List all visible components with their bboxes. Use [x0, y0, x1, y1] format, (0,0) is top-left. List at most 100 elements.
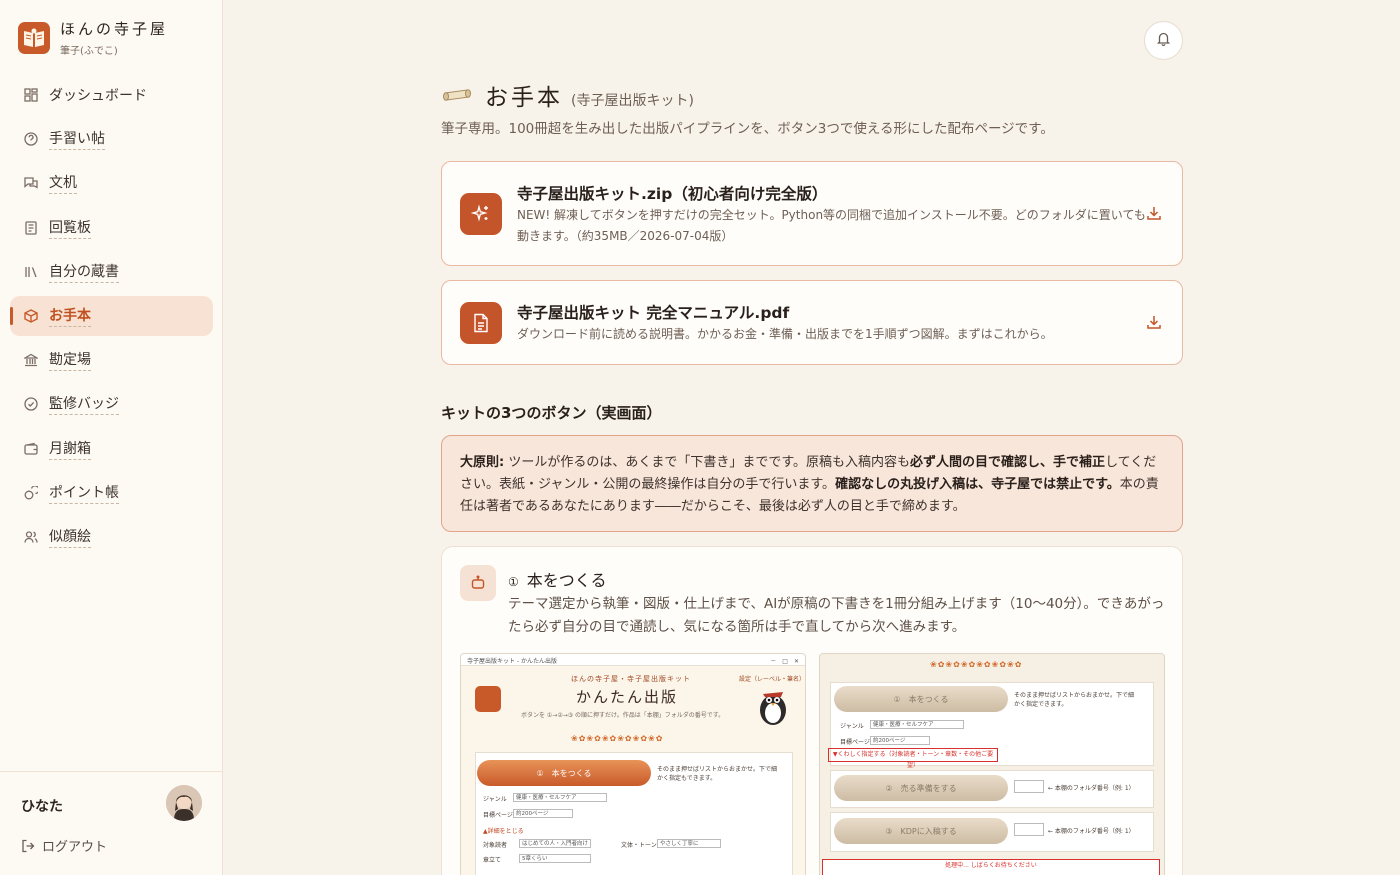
- mini-toggle: ▲詳細をとじる: [483, 828, 524, 835]
- mini-processing-banner: 処理中... しばらくお待ちください: [822, 859, 1160, 875]
- document-icon: [460, 302, 502, 344]
- brand-title: ほんの寺子屋: [60, 20, 169, 38]
- mini-detail-link: ▼くわしく指定する（対象読者・トーン・章数・その他ご要望）: [828, 748, 998, 769]
- principle-label: 大原則:: [460, 455, 505, 470]
- sidebar-item-points[interactable]: ポイント帳: [10, 473, 213, 513]
- logout-button[interactable]: ログアウト: [21, 836, 107, 855]
- sidebar-item-label: お手本: [49, 305, 91, 327]
- dashboard-icon: [23, 88, 38, 103]
- sidebar-item-library[interactable]: 自分の蔵書: [10, 252, 213, 292]
- scroll-icon: [441, 84, 473, 106]
- step-number: ①: [508, 575, 519, 589]
- mini-label: ジャンル: [483, 796, 507, 803]
- principle-bold: 確認なしの丸投げ入稿は、寺子屋では禁止です。: [835, 477, 1120, 492]
- sidebar-item-label: 月謝箱: [49, 438, 91, 460]
- chat-icon: [23, 176, 38, 191]
- mini-heading: かんたん出版: [576, 688, 679, 706]
- page-title: お手本: [485, 85, 563, 111]
- library-icon: [23, 264, 38, 279]
- penguin-mascot-icon: [760, 692, 786, 725]
- mini-note: ← 本棚のフォルダ番号（例: 1）: [1048, 785, 1135, 792]
- mini-brand: ほんの寺子屋・寺子屋出版キット: [571, 675, 691, 683]
- principle-notice: 大原則: ツールが作るのは、あくまで「下書き」までです。原稿も入稿内容も必ず人間…: [441, 435, 1183, 532]
- mini-label: 目標ページ: [483, 812, 513, 819]
- sidebar-item-label: 勘定場: [49, 349, 91, 372]
- window-controls-icon: － □ ✕: [770, 658, 799, 665]
- mini-sell-prep-button: ② 売る準備をする: [834, 775, 1008, 801]
- section-title: キットの3つのボタン（実画面）: [441, 404, 662, 422]
- download-card-kit-zip[interactable]: 寺子屋出版キット.zip（初心者向け完全版） NEW! 解凍してボタンを押すだけ…: [441, 161, 1183, 266]
- mini-logo-icon: [475, 686, 501, 712]
- mini-note: そのまま押せばリストからおまかせ。下で細かく指定できます。: [1014, 692, 1135, 708]
- sidebar-item-label: 自分の蔵書: [49, 261, 119, 283]
- sidebar-item-otehon[interactable]: お手本: [10, 295, 213, 336]
- mini-input: [1014, 780, 1044, 793]
- window-title: 寺子屋出版キット - かんたん出版: [467, 658, 557, 665]
- mini-make-book-button: ① 本をつくる: [477, 760, 651, 786]
- sidebar-item-dashboard[interactable]: ダッシュボード: [10, 75, 213, 115]
- sidebar-item-label: ポイント帳: [49, 482, 119, 504]
- mini-note: そのまま押せばリストからおまかせ。下で細かく指定もできます。: [657, 766, 778, 782]
- brand[interactable]: ほんの寺子屋 筆子(ふでこ): [18, 18, 168, 57]
- autumn-leaves-decoration: ❀✿❀✿❀✿❀✿❀✿❀✿: [571, 734, 664, 743]
- download-description: ダウンロード前に読める説明書。かかるお金・準備・出版までを1手順ずつ図解。まずは…: [517, 327, 1053, 341]
- notification-button[interactable]: [1144, 21, 1183, 60]
- mini-label: ジャンル: [840, 723, 864, 730]
- sidebar-footer: ひなた ログアウト: [0, 771, 222, 875]
- download-icon[interactable]: [1146, 205, 1164, 223]
- page-header: お手本 (寺子屋出版キット): [441, 78, 694, 112]
- mini-select: 5章くらい: [519, 854, 591, 863]
- download-card-manual-pdf[interactable]: 寺子屋出版キット 完全マニュアル.pdf ダウンロード前に読める説明書。かかるお…: [441, 280, 1183, 365]
- sidebar-item-label: 回覧板: [49, 217, 91, 239]
- user-name: ひなた: [21, 799, 63, 815]
- mini-settings-link: 設定（レーベル・筆名）: [739, 676, 806, 683]
- brand-subtitle: 筆子(ふでこ): [60, 46, 118, 57]
- sidebar-item-gessha[interactable]: 月謝箱: [10, 429, 213, 469]
- logout-label: ログアウト: [42, 840, 108, 855]
- mini-label: 目標ページ: [840, 739, 870, 746]
- bell-icon: [1156, 31, 1171, 50]
- brand-logo-icon: [18, 21, 50, 54]
- sidebar-item-label: ダッシュボード: [49, 88, 147, 104]
- step-title-text: 本をつくる: [526, 571, 607, 590]
- sidebar-item-label: 文机: [49, 172, 77, 195]
- principle-bold: 必ず人間の目で確認し、手で補正: [910, 455, 1106, 470]
- step-card-make-book: ① 本をつくる テーマ選定から執筆・図版・仕上げまで、AIが原稿の下書きを1冊分組…: [441, 546, 1183, 875]
- avatar[interactable]: [166, 785, 202, 821]
- mini-make-book-button: ① 本をつくる: [834, 686, 1008, 712]
- mini-select: 約200ページ: [870, 736, 930, 745]
- mini-input: [1014, 823, 1044, 836]
- mini-select: 健康・医療・セルフケア: [513, 793, 607, 802]
- robot-icon: [460, 565, 496, 601]
- sidebar-item-fuzukue[interactable]: 文机: [10, 163, 213, 203]
- page-subtitle: (寺子屋出版キット): [571, 93, 694, 109]
- screenshot-main-window: 寺子屋出版キット - かんたん出版 － □ ✕ ほんの寺子屋・寺子屋出版キット 設…: [460, 653, 806, 875]
- mini-kdp-upload-button: ③ KDPに入稿する: [834, 818, 1008, 844]
- step-title: ① 本をつくる: [508, 567, 606, 591]
- principle-text: ツールが作るのは、あくまで「下書き」までです。原稿も入稿内容も: [504, 455, 911, 470]
- sidebar-nav: ダッシュボード 手習い帖 文机 回覧板 自分の蔵書 お手本 勘定場 監修バッジ: [10, 75, 213, 561]
- download-title: 寺子屋出版キット.zip（初心者向け完全版）: [517, 185, 828, 203]
- logout-icon: [21, 839, 35, 853]
- users-icon: [23, 529, 38, 544]
- mini-label: 章立て: [483, 857, 502, 864]
- sidebar-item-kanjoba[interactable]: 勘定場: [10, 340, 213, 380]
- sidebar-item-kairanban[interactable]: 回覧板: [10, 208, 213, 248]
- sparkle-icon: [460, 193, 502, 235]
- window-titlebar: 寺子屋出版キット - かんたん出版 － □ ✕: [461, 654, 805, 666]
- mini-label: 文体・トーン: [621, 842, 657, 849]
- sidebar-item-nigaoe[interactable]: 似顔絵: [10, 517, 213, 557]
- download-icon[interactable]: [1146, 314, 1164, 332]
- mini-select: はじめての人・入門者向け: [519, 839, 591, 848]
- sidebar-item-label: 監修バッジ: [49, 393, 119, 416]
- mini-select: やさしく丁寧に: [657, 839, 721, 848]
- sidebar-item-tenaraicho[interactable]: 手習い帖: [10, 119, 213, 159]
- wallet-icon: [23, 441, 38, 456]
- sidebar: ほんの寺子屋 筆子(ふでこ) ダッシュボード 手習い帖 文机 回覧板 自分の蔵書…: [0, 0, 223, 875]
- badge-check-icon: [23, 397, 38, 412]
- bank-icon: [23, 353, 38, 368]
- sidebar-item-badge[interactable]: 監修バッジ: [10, 384, 213, 424]
- help-circle-icon: [23, 132, 38, 147]
- sidebar-item-label: 似顔絵: [49, 526, 91, 548]
- mini-subtitle: ボタンを ①→②→③ の順に押すだけ。作品は「本棚」フォルダの番号です。: [521, 712, 725, 719]
